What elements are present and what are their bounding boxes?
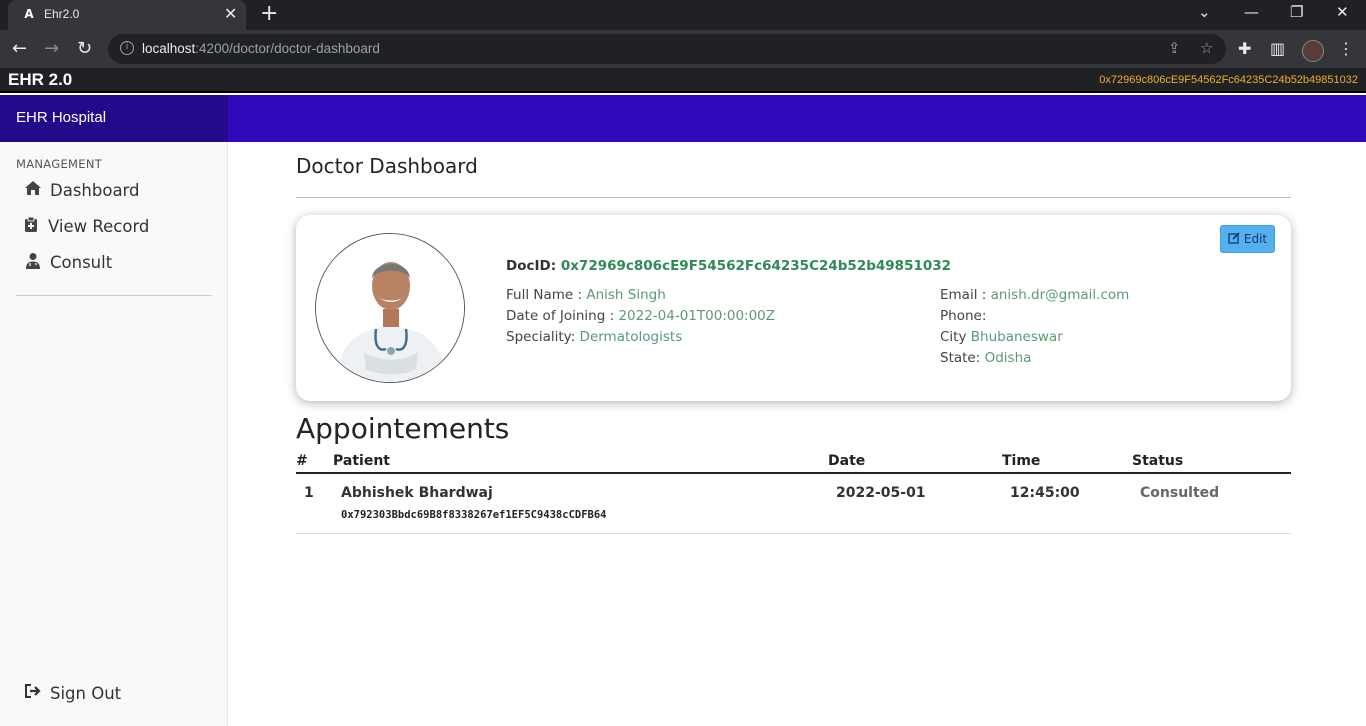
bookmark-star-icon[interactable]: ☆ xyxy=(1200,39,1213,57)
new-tab-icon[interactable]: + xyxy=(260,3,278,25)
email-field: Email : anish.dr@gmail.com xyxy=(940,287,1130,303)
column-header: Time xyxy=(1002,453,1041,469)
hospital-name[interactable]: EHR Hospital xyxy=(16,109,106,126)
email-value: anish.dr@gmail.com xyxy=(990,287,1130,303)
profile-avatar[interactable] xyxy=(1302,40,1324,62)
browser-tabbar: A Ehr2.0 ✕ + ⌄ — ❐ ✕ xyxy=(0,0,1366,30)
sidebar-item-label: Consult xyxy=(50,253,113,272)
close-window-icon[interactable]: ✕ xyxy=(1336,3,1349,21)
full-name-field: Full Name : Anish Singh xyxy=(506,287,666,303)
sign-out-icon xyxy=(24,683,42,703)
title-divider xyxy=(296,197,1291,198)
column-header: # xyxy=(296,453,308,469)
column-header: Date xyxy=(828,453,866,469)
restore-icon[interactable]: ❐ xyxy=(1290,3,1303,21)
tab-search-icon[interactable]: ⌄ xyxy=(1198,3,1211,21)
city-field: City Bhubaneswar xyxy=(940,329,1063,345)
appointment-date: 2022-05-01 xyxy=(836,485,926,501)
doctor-avatar xyxy=(315,233,465,383)
appointments-table: # Patient Date Time Status 1 Abhishek Bh… xyxy=(296,453,1291,534)
row-index: 1 xyxy=(304,485,314,501)
patient-name: Abhishek Bhardwaj xyxy=(341,485,493,501)
app-topbar: EHR 2.0 0x72969c806cE9F54562Fc64235C24b5… xyxy=(0,68,1366,93)
speciality-field: Speciality: Dermatologists xyxy=(506,329,683,345)
sidebar-brand: EHR Hospital xyxy=(0,95,228,142)
user-doctor-icon xyxy=(24,252,42,273)
menu-icon[interactable]: ⋮ xyxy=(1338,39,1354,58)
forward-icon[interactable]: → xyxy=(44,39,59,59)
table-header: # Patient Date Time Status xyxy=(296,453,1291,474)
state-value: Odisha xyxy=(984,350,1032,366)
wallet-address: 0x72969c806cE9F54562Fc64235C24b52b498510… xyxy=(1099,74,1358,86)
extensions-icon[interactable]: ✚ xyxy=(1238,39,1251,58)
clipboard-icon xyxy=(22,216,40,237)
column-header: Patient xyxy=(333,453,390,469)
tab-title: Ehr2.0 xyxy=(44,7,80,21)
browser-toolbar: ← → ↻ i localhost:4200/doctor/doctor-das… xyxy=(0,30,1366,68)
sign-out-label: Sign Out xyxy=(50,683,122,703)
page-title: Doctor Dashboard xyxy=(296,154,478,178)
state-field: State: Odisha xyxy=(940,350,1032,366)
sidebar-item-dashboard[interactable]: Dashboard xyxy=(24,180,140,200)
sidebar-item-view-record[interactable]: View Record xyxy=(22,216,149,237)
app-brand[interactable]: EHR 2.0 xyxy=(8,70,72,90)
edit-button[interactable]: Edit xyxy=(1220,225,1275,253)
url-text: localhost:4200/doctor/doctor-dashboard xyxy=(142,41,380,56)
side-panel-icon[interactable]: ▥ xyxy=(1270,39,1285,58)
doctor-profile-card: Edit DocID: 0x72969c806cE9F54562Fc64235C… xyxy=(296,215,1291,401)
column-header: Status xyxy=(1132,453,1184,469)
top-navbar xyxy=(228,95,1366,142)
sidebar-divider xyxy=(16,295,212,296)
minimize-icon[interactable]: — xyxy=(1244,3,1259,21)
doc-id-value: 0x72969c806cE9F54562Fc64235C24b52b498510… xyxy=(560,258,952,274)
doc-id: DocID: 0x72969c806cE9F54562Fc64235C24b52… xyxy=(506,258,951,274)
sidebar-heading: MANAGEMENT xyxy=(16,157,103,171)
back-icon[interactable]: ← xyxy=(12,39,27,59)
sidebar-item-label: View Record xyxy=(48,217,150,236)
city-value: Bhubaneswar xyxy=(970,329,1063,345)
table-row[interactable]: 1 Abhishek Bhardwaj 0x792303Bbdc69B8f833… xyxy=(296,474,1291,534)
info-icon[interactable]: i xyxy=(120,41,134,55)
speciality-value: Dermatologists xyxy=(579,329,683,345)
appointment-status: Consulted xyxy=(1140,485,1220,501)
edit-label: Edit xyxy=(1243,232,1268,246)
sidebar-item-label: Dashboard xyxy=(50,180,140,200)
joining-date-field: Date of Joining : 2022-04-01T00:00:00Z xyxy=(506,308,776,324)
full-name-value: Anish Singh xyxy=(586,287,666,303)
appointment-time: 12:45:00 xyxy=(1010,485,1080,501)
sidebar-item-consult[interactable]: Consult xyxy=(24,252,112,273)
angular-icon: A xyxy=(24,7,34,21)
phone-field: Phone: xyxy=(940,308,987,324)
doc-id-label: DocID: xyxy=(506,258,557,274)
sidebar: MANAGEMENT Dashboard View Record Consult xyxy=(0,142,228,726)
share-icon[interactable]: ⇪ xyxy=(1168,39,1181,57)
sign-out-button[interactable]: Sign Out xyxy=(24,683,121,703)
browser-tab[interactable]: A Ehr2.0 ✕ xyxy=(8,0,246,30)
home-icon xyxy=(24,180,42,200)
patient-address: 0x792303Bbdc69B8f8338267ef1EF5C9438cCDFB… xyxy=(341,509,607,521)
address-bar[interactable]: i localhost:4200/doctor/doctor-dashboard… xyxy=(108,34,1226,64)
appointments-title: Appointements xyxy=(296,412,510,445)
close-tab-icon[interactable]: ✕ xyxy=(224,5,237,23)
edit-icon xyxy=(1228,231,1240,247)
joining-date-value: 2022-04-01T00:00:00Z xyxy=(618,308,776,324)
reload-icon[interactable]: ↻ xyxy=(77,39,92,59)
